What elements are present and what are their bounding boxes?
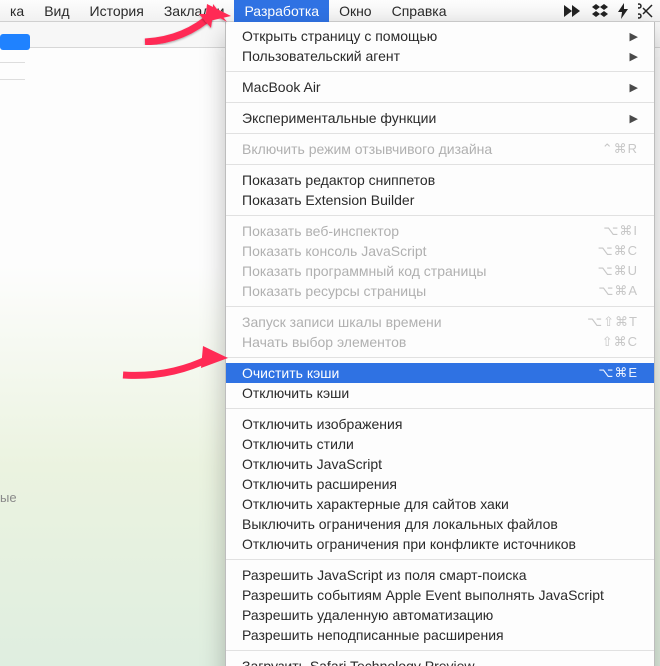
submenu-arrow-icon: ▶ [622, 112, 638, 125]
menu-item-history[interactable]: История [80, 0, 154, 22]
menu-item-window[interactable]: Окно [329, 0, 382, 22]
menu-separator [226, 559, 654, 560]
menubar: ка Вид История Закладки Разработка Окно … [0, 0, 660, 22]
menu-row[interactable]: Отключить стили [226, 434, 654, 454]
menu-row: Показать программный код страницы⌥⌘U [226, 261, 654, 281]
menu-row-label: Показать Extension Builder [242, 192, 638, 208]
menu-row[interactable]: Показать Extension Builder [226, 190, 654, 210]
menu-row-shortcut: ⌥⇧⌘T [579, 314, 638, 330]
menu-row-label: MacBook Air [242, 79, 622, 95]
menu-row-label: Открыть страницу с помощью [242, 28, 622, 44]
menu-row[interactable]: Отключить кэши [226, 383, 654, 403]
menu-row: Включить режим отзывчивого дизайна⌃⌘R [226, 139, 654, 159]
menu-row-shortcut: ⌃⌘R [594, 141, 638, 157]
menu-row-label: Разрешить неподписанные расширения [242, 627, 638, 643]
menu-item-develop[interactable]: Разработка [234, 0, 329, 22]
menu-row: Показать ресурсы страницы⌥⌘A [226, 281, 654, 301]
active-tab-fragment[interactable] [0, 34, 30, 50]
menu-row-label: Запуск записи шкалы времени [242, 314, 579, 330]
menu-separator [226, 164, 654, 165]
menu-row-label: Показать консоль JavaScript [242, 243, 590, 259]
menu-row[interactable]: Разрешить удаленную автоматизацию [226, 605, 654, 625]
menu-row: Начать выбор элементов⇧⌘C [226, 332, 654, 352]
menu-row[interactable]: Отключить характерные для сайтов хаки [226, 494, 654, 514]
menu-row-label: Отключить стили [242, 436, 638, 452]
menu-row-label: Отключить изображения [242, 416, 638, 432]
menu-item-vid[interactable]: Вид [34, 0, 79, 22]
menu-row-label: Экспериментальные функции [242, 110, 622, 126]
menu-row[interactable]: Показать редактор сниппетов [226, 170, 654, 190]
menu-row-shortcut: ⌥⌘C [590, 243, 638, 259]
menu-row[interactable]: Открыть страницу с помощью▶ [226, 26, 654, 46]
menu-separator [226, 408, 654, 409]
menu-item-help[interactable]: Справка [382, 0, 457, 22]
menu-row-label: Начать выбор элементов [242, 334, 594, 350]
menu-row[interactable]: Пользовательский агент▶ [226, 46, 654, 66]
menu-row[interactable]: Отключить JavaScript [226, 454, 654, 474]
menu-row[interactable]: Разрешить неподписанные расширения [226, 625, 654, 645]
system-tray [564, 3, 660, 19]
submenu-arrow-icon: ▶ [622, 81, 638, 94]
menu-row-label: Разрешить событиям Apple Event выполнять… [242, 587, 638, 603]
submenu-arrow-icon: ▶ [622, 50, 638, 63]
menu-item-bookmarks[interactable]: Закладки [154, 0, 235, 22]
menu-row[interactable]: MacBook Air▶ [226, 77, 654, 97]
menu-row[interactable]: Разрешить JavaScript из поля смарт-поиск… [226, 565, 654, 585]
sidebar-text-fragment: ые [0, 490, 17, 505]
menu-separator [226, 215, 654, 216]
menu-row-label: Показать редактор сниппетов [242, 172, 638, 188]
fast-forward-icon[interactable] [564, 5, 582, 17]
menu-row-label: Отключить JavaScript [242, 456, 638, 472]
menu-row-label: Показать программный код страницы [242, 263, 590, 279]
menu-row[interactable]: Разрешить событиям Apple Event выполнять… [226, 585, 654, 605]
develop-menu-dropdown: Открыть страницу с помощью▶Пользовательс… [225, 22, 655, 666]
menu-item-pravka-partial[interactable]: ка [0, 0, 34, 22]
menu-row[interactable]: Отключить ограничения при конфликте исто… [226, 534, 654, 554]
menu-row[interactable]: Выключить ограничения для локальных файл… [226, 514, 654, 534]
menu-row[interactable]: Загрузить Safari Technology Preview [226, 656, 654, 666]
dropbox-icon[interactable] [592, 4, 608, 18]
menu-row-label: Отключить характерные для сайтов хаки [242, 496, 638, 512]
lightning-icon[interactable] [618, 3, 628, 19]
menu-row: Показать консоль JavaScript⌥⌘C [226, 241, 654, 261]
menu-row-shortcut: ⌥⌘I [595, 223, 638, 239]
menu-row-label: Разрешить JavaScript из поля смарт-поиск… [242, 567, 638, 583]
menu-row-label: Показать ресурсы страницы [242, 283, 590, 299]
menu-row: Запуск записи шкалы времени⌥⇧⌘T [226, 312, 654, 332]
menu-row-shortcut: ⌥⌘U [590, 263, 638, 279]
menu-separator [226, 306, 654, 307]
menu-row-label: Загрузить Safari Technology Preview [242, 658, 638, 666]
menu-row-label: Показать веб-инспектор [242, 223, 595, 239]
menu-separator [226, 102, 654, 103]
menu-row: Показать веб-инспектор⌥⌘I [226, 221, 654, 241]
sidebar-fragment [0, 62, 25, 80]
menu-row-label: Разрешить удаленную автоматизацию [242, 607, 638, 623]
menu-separator [226, 357, 654, 358]
menu-separator [226, 650, 654, 651]
menu-row-label: Выключить ограничения для локальных файл… [242, 516, 638, 532]
menu-row[interactable]: Экспериментальные функции▶ [226, 108, 654, 128]
menu-row-shortcut: ⇧⌘C [594, 334, 638, 350]
menu-row-label: Включить режим отзывчивого дизайна [242, 141, 594, 157]
menu-row-label: Очистить кэши [242, 365, 590, 381]
menu-row-label: Пользовательский агент [242, 48, 622, 64]
menu-separator [226, 71, 654, 72]
menu-row[interactable]: Очистить кэши⌥⌘E [226, 363, 654, 383]
menu-row[interactable]: Отключить изображения [226, 414, 654, 434]
menu-separator [226, 133, 654, 134]
scissors-icon[interactable] [638, 3, 654, 19]
menu-row-label: Отключить расширения [242, 476, 638, 492]
menu-row-shortcut: ⌥⌘E [590, 365, 638, 381]
menu-row-shortcut: ⌥⌘A [590, 283, 638, 299]
menu-row-label: Отключить ограничения при конфликте исто… [242, 536, 638, 552]
menu-row[interactable]: Отключить расширения [226, 474, 654, 494]
submenu-arrow-icon: ▶ [622, 30, 638, 43]
menu-row-label: Отключить кэши [242, 385, 638, 401]
annotation-arrow-highlight [115, 340, 230, 385]
